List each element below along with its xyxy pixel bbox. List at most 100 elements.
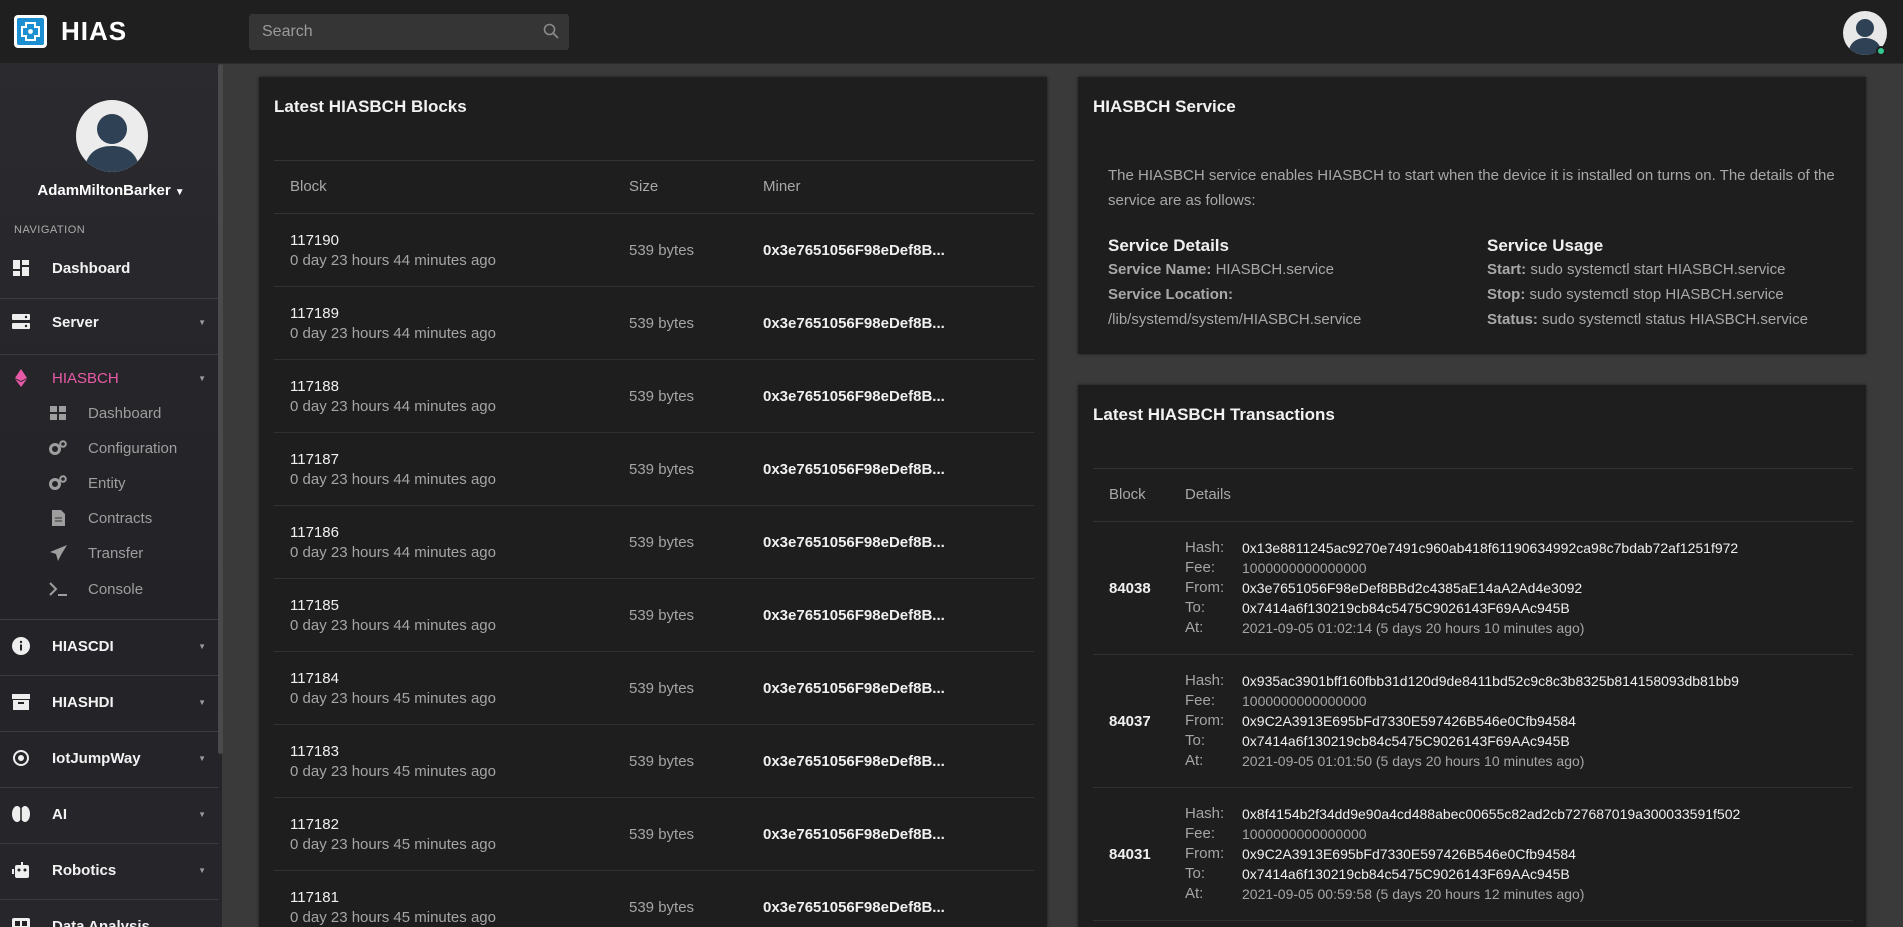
block-time: 0 day 23 hours 45 minutes ago bbox=[290, 690, 496, 707]
chevron-down-icon: ▼ bbox=[198, 753, 206, 763]
sidebar-scrollbar[interactable] bbox=[218, 64, 223, 754]
block-miner[interactable]: 0x3e7651056F98eDef8B... bbox=[763, 826, 945, 843]
block-miner[interactable]: 0x3e7651056F98eDef8B... bbox=[763, 388, 945, 405]
sidebar-subitem-console[interactable]: Console bbox=[0, 572, 218, 606]
robot-icon bbox=[12, 861, 30, 879]
block-number[interactable]: 117181 bbox=[290, 889, 339, 906]
service-panel: HIASBCH Service The HIASBCH service enab… bbox=[1078, 77, 1866, 354]
table-row[interactable]: 117181 0 day 23 hours 45 minutes ago 539… bbox=[274, 871, 1034, 927]
sidebar-subitem-transfer[interactable]: Transfer bbox=[0, 536, 218, 570]
table-row[interactable]: 117186 0 day 23 hours 44 minutes ago 539… bbox=[274, 506, 1034, 579]
block-size: 539 bytes bbox=[629, 388, 695, 405]
block-miner[interactable]: 0x3e7651056F98eDef8B... bbox=[763, 899, 945, 916]
tx-to[interactable]: 0x7414a6f130219cb84c5475C9026143F69AAc94… bbox=[1242, 866, 1570, 882]
tx-from[interactable]: 0x3e7651056F98eDef8BBd2c4385aE14aA2Ad4e3… bbox=[1242, 580, 1582, 596]
sidebar-subitem-label: Console bbox=[88, 580, 144, 598]
tx-block-number[interactable]: 84037 bbox=[1109, 713, 1151, 730]
sidebar-item-ai[interactable]: AI ▼ bbox=[0, 794, 218, 834]
caret-down-icon: ▼ bbox=[174, 187, 185, 198]
sidebar-item-label: AI bbox=[52, 805, 67, 823]
tx-hash[interactable]: 0x935ac3901bff160fbb31d120d9de8411bd52c9… bbox=[1242, 673, 1739, 689]
column-header-miner: Miner bbox=[763, 178, 801, 195]
latest-transactions-panel: Latest HIASBCH Transactions Block Detail… bbox=[1078, 385, 1866, 927]
from-label: From: bbox=[1185, 579, 1225, 596]
sidebar-item-robotics[interactable]: Robotics ▼ bbox=[0, 850, 218, 890]
tx-from[interactable]: 0x9C2A3913E695bFd7330E597426B546e0Cfb945… bbox=[1242, 846, 1576, 862]
table-row[interactable]: 117184 0 day 23 hours 45 minutes ago 539… bbox=[274, 652, 1034, 725]
table-row[interactable]: 84037 Hash: 0x935ac3901bff160fbb31d120d9… bbox=[1093, 655, 1853, 788]
block-number[interactable]: 117184 bbox=[290, 670, 339, 687]
table-row[interactable]: 117190 0 day 23 hours 44 minutes ago 539… bbox=[274, 214, 1034, 287]
sidebar-item-dashboard[interactable]: Dashboard bbox=[0, 248, 218, 288]
block-number[interactable]: 117185 bbox=[290, 597, 339, 614]
panel-title: Latest HIASBCH Blocks bbox=[274, 97, 467, 116]
chevron-down-icon: ▼ bbox=[198, 373, 206, 383]
block-miner[interactable]: 0x3e7651056F98eDef8B... bbox=[763, 680, 945, 697]
divider bbox=[0, 843, 218, 844]
block-miner[interactable]: 0x3e7651056F98eDef8B... bbox=[763, 461, 945, 478]
divider bbox=[0, 298, 218, 299]
tx-hash[interactable]: 0x13e8811245ac9270e7491c960ab418f6119063… bbox=[1242, 540, 1738, 556]
hias-logo-icon bbox=[14, 15, 47, 48]
block-number[interactable]: 117190 bbox=[290, 232, 339, 249]
tx-from[interactable]: 0x9C2A3913E695bFd7330E597426B546e0Cfb945… bbox=[1242, 713, 1576, 729]
profile-avatar[interactable] bbox=[76, 100, 148, 172]
sidebar-item-iotjumpway[interactable]: IotJumpWay ▼ bbox=[0, 738, 218, 778]
block-miner[interactable]: 0x3e7651056F98eDef8B... bbox=[763, 753, 945, 770]
table-row[interactable]: 84038 Hash: 0x13e8811245ac9270e7491c960a… bbox=[1093, 522, 1853, 655]
column-header-block: Block bbox=[290, 178, 327, 195]
table-header: Block Size Miner bbox=[274, 160, 1034, 214]
brand[interactable]: HIAS bbox=[14, 15, 127, 48]
block-miner[interactable]: 0x3e7651056F98eDef8B... bbox=[763, 607, 945, 624]
search-icon[interactable] bbox=[543, 23, 559, 44]
nav-heading: NAVIGATION bbox=[14, 224, 86, 236]
tx-fee: 1000000000000000 bbox=[1242, 826, 1367, 842]
to-label: To: bbox=[1185, 865, 1206, 882]
block-number[interactable]: 117188 bbox=[290, 378, 339, 395]
sidebar-item-server[interactable]: Server ▼ bbox=[0, 302, 218, 342]
block-miner[interactable]: 0x3e7651056F98eDef8B... bbox=[763, 534, 945, 551]
sidebar-item-label: Dashboard bbox=[52, 259, 131, 277]
search-input[interactable] bbox=[249, 14, 569, 50]
sidebar-item-data-analysis[interactable]: Data Analysis bbox=[0, 906, 218, 927]
table-row[interactable]: 117183 0 day 23 hours 45 minutes ago 539… bbox=[274, 725, 1034, 798]
profile-name[interactable]: AdamMiltonBarker ▼ bbox=[0, 182, 222, 199]
sidebar-item-label: IotJumpWay bbox=[52, 749, 141, 767]
table-row[interactable]: 84031 Hash: 0x8f4154b2f34dd9e90a4cd488ab… bbox=[1093, 788, 1853, 921]
table-row[interactable]: 117188 0 day 23 hours 44 minutes ago 539… bbox=[274, 360, 1034, 433]
sidebar-item-hiashdi[interactable]: HIASHDI ▼ bbox=[0, 682, 218, 722]
tx-block-number[interactable]: 84038 bbox=[1109, 580, 1151, 597]
sidebar-subitem-dashboard[interactable]: Dashboard bbox=[0, 396, 218, 430]
sidebar-subitem-contracts[interactable]: Contracts bbox=[0, 501, 218, 535]
block-number[interactable]: 117186 bbox=[290, 524, 339, 541]
block-number[interactable]: 117189 bbox=[290, 305, 339, 322]
block-number[interactable]: 117183 bbox=[290, 743, 339, 760]
block-miner[interactable]: 0x3e7651056F98eDef8B... bbox=[763, 315, 945, 332]
table-row[interactable]: 117189 0 day 23 hours 44 minutes ago 539… bbox=[274, 287, 1034, 360]
block-number[interactable]: 117182 bbox=[290, 816, 339, 833]
tx-block-number[interactable]: 84031 bbox=[1109, 846, 1151, 863]
tx-hash[interactable]: 0x8f4154b2f34dd9e90a4cd488abec00655c82ad… bbox=[1242, 806, 1740, 822]
table-row[interactable]: 117182 0 day 23 hours 45 minutes ago 539… bbox=[274, 798, 1034, 871]
sidebar-item-hiasbch[interactable]: HIASBCH ▼ bbox=[0, 358, 218, 398]
divider bbox=[0, 354, 218, 355]
fee-label: Fee: bbox=[1185, 825, 1216, 842]
service-start-line: Start: sudo systemctl start HIASBCH.serv… bbox=[1487, 261, 1785, 278]
sidebar-item-label: HIASCDI bbox=[52, 637, 114, 655]
sidebar-subitem-entity[interactable]: Entity bbox=[0, 466, 218, 500]
table-row[interactable]: 117185 0 day 23 hours 44 minutes ago 539… bbox=[274, 579, 1034, 652]
table-row[interactable]: 117187 0 day 23 hours 44 minutes ago 539… bbox=[274, 433, 1034, 506]
tx-to[interactable]: 0x7414a6f130219cb84c5475C9026143F69AAc94… bbox=[1242, 600, 1570, 616]
sidebar-subitem-configuration[interactable]: Configuration bbox=[0, 431, 218, 465]
profile-name-text: AdamMiltonBarker bbox=[37, 182, 171, 199]
column-header-size: Size bbox=[629, 178, 659, 195]
tx-fee: 1000000000000000 bbox=[1242, 560, 1367, 576]
tx-at: 2021-09-05 01:01:50 (5 days 20 hours 10 … bbox=[1242, 753, 1585, 769]
block-miner[interactable]: 0x3e7651056F98eDef8B... bbox=[763, 242, 945, 259]
block-time: 0 day 23 hours 44 minutes ago bbox=[290, 252, 496, 269]
service-stop-label: Stop: bbox=[1487, 286, 1526, 303]
block-size: 539 bytes bbox=[629, 315, 695, 332]
sidebar-item-hiascdi[interactable]: HIASCDI ▼ bbox=[0, 626, 218, 666]
block-number[interactable]: 117187 bbox=[290, 451, 339, 468]
tx-to[interactable]: 0x7414a6f130219cb84c5475C9026143F69AAc94… bbox=[1242, 733, 1570, 749]
